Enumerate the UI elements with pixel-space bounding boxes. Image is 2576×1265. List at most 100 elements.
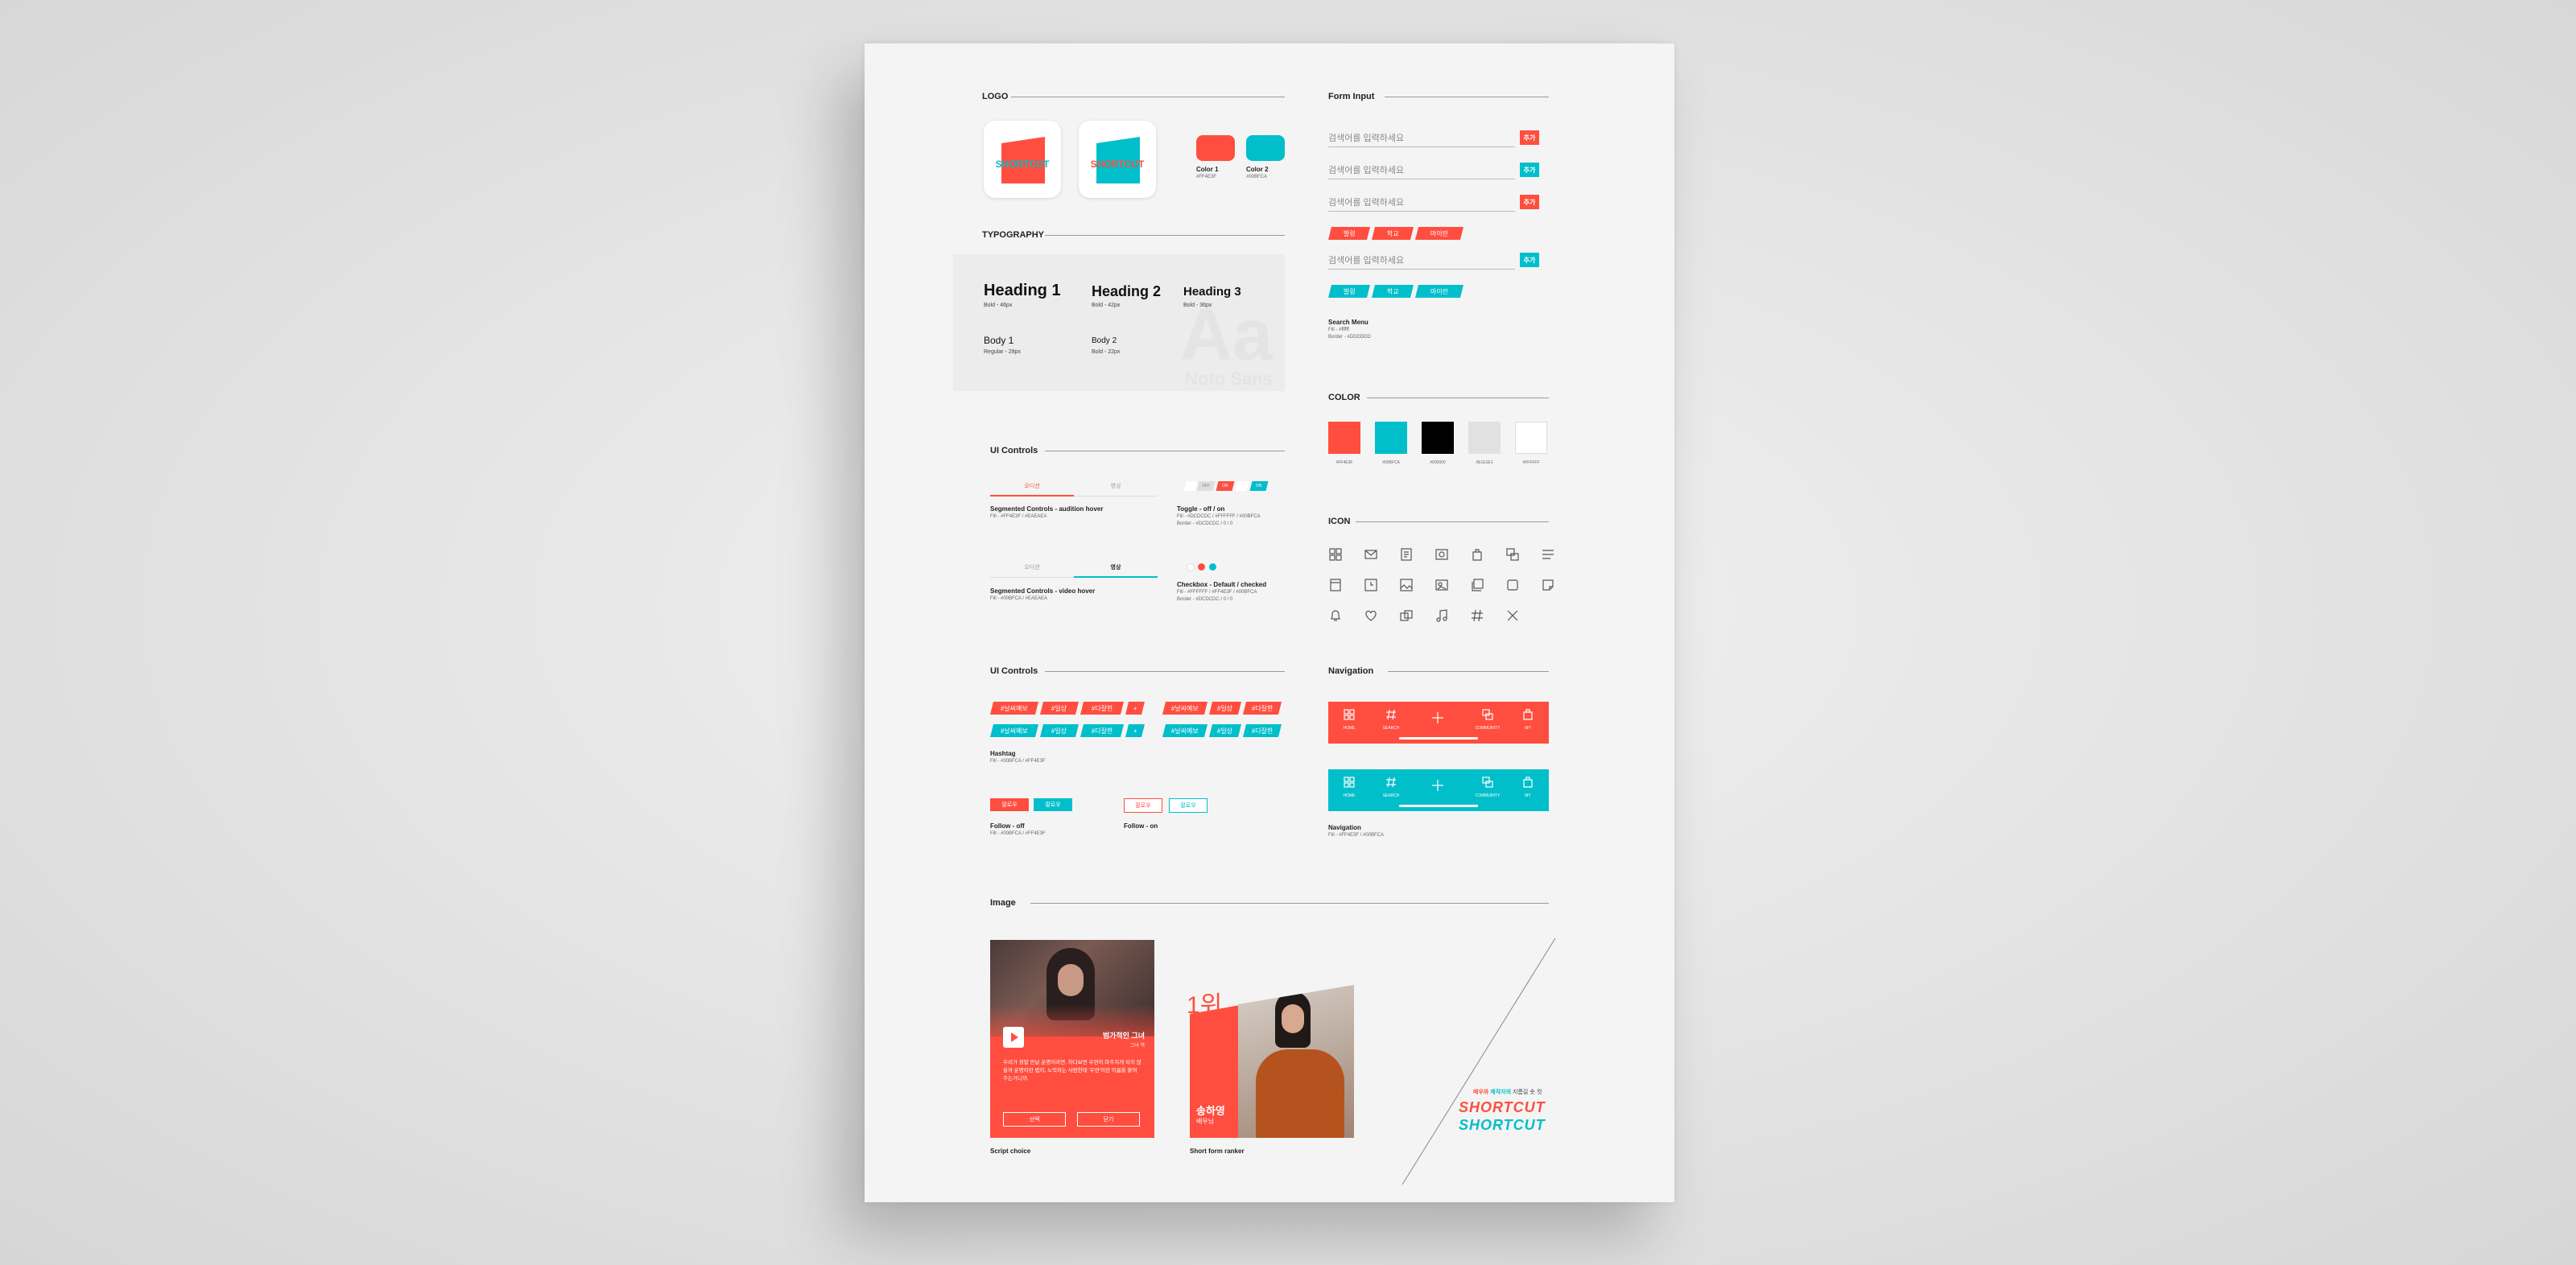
segment-audition[interactable]: 오디션: [990, 563, 1074, 571]
hashtag-chip[interactable]: #날씨예보: [1162, 724, 1208, 737]
color-label: #00BFCA: [1382, 460, 1400, 465]
face-shape: [1058, 964, 1084, 996]
add-button[interactable]: 추가: [1520, 130, 1539, 145]
toggle-off[interactable]: OFF: [1196, 481, 1216, 491]
segment-video[interactable]: 영상: [1074, 482, 1158, 490]
play-icon: [1011, 1032, 1018, 1042]
hashtag-chip[interactable]: #일상: [1040, 702, 1079, 715]
hashtag-chip[interactable]: #날씨예보: [990, 724, 1038, 737]
hashtag-add[interactable]: +: [1125, 724, 1145, 737]
logo-section-title: LOGO: [982, 92, 1009, 101]
search-input[interactable]: 검색어를 입력하세요 추가: [1328, 251, 1539, 270]
seg1-caption: Segmented Controls - audition hover: [990, 505, 1104, 513]
hashtag-chip[interactable]: #다잘한: [1080, 724, 1124, 737]
select-button[interactable]: 선택: [1003, 1112, 1066, 1127]
bag-icon: [1523, 777, 1533, 788]
hashtag-chip[interactable]: #날씨예보: [990, 702, 1038, 715]
nav-search[interactable]: SEARCH: [1377, 776, 1406, 798]
segment-indicator: [990, 495, 1074, 497]
search-chip[interactable]: 학교: [1372, 285, 1414, 298]
search-input[interactable]: 검색어를 입력하세요 추가: [1328, 129, 1539, 147]
layers-icon: [1482, 777, 1493, 788]
hashtag-chip[interactable]: #다잘한: [1243, 724, 1282, 737]
search-input[interactable]: 검색어를 입력하세요 추가: [1328, 193, 1539, 212]
note-icon: [1541, 578, 1555, 592]
search-chip[interactable]: 마이린: [1415, 285, 1463, 298]
segment-video-active[interactable]: 영상: [1074, 563, 1158, 571]
hashtag-chip[interactable]: #일상: [1040, 724, 1079, 737]
toggle-caption: Toggle - off / on: [1177, 505, 1225, 513]
heading-3-spec: Bold - 36px: [1183, 303, 1212, 308]
decorative-diagonal: [1402, 937, 1556, 1185]
hashtag-chip[interactable]: #일상: [1209, 724, 1241, 737]
search-menu-caption: Search Menu: [1328, 319, 1368, 326]
play-button[interactable]: [1003, 1027, 1024, 1048]
hashtag-chip[interactable]: #날씨예보: [1162, 702, 1208, 715]
hashtag-add[interactable]: +: [1125, 702, 1145, 715]
nav-my[interactable]: MY: [1513, 708, 1542, 731]
card-subtitle: 그녀 역: [1129, 1044, 1145, 1049]
menu-icon: [1541, 547, 1555, 562]
typography-panel: Aa Noto Sans Heading 1 Bold - 46px Headi…: [953, 254, 1285, 391]
nav-home[interactable]: HOME: [1335, 708, 1364, 731]
search-placeholder: 검색어를 입력하세요: [1328, 166, 1405, 175]
follow-on-caption: Follow - on: [1124, 822, 1158, 830]
body-2-sample: Body 2: [1092, 336, 1117, 345]
heading-2-sample: Heading 2: [1092, 283, 1162, 299]
nav-my[interactable]: MY: [1513, 776, 1542, 798]
following-button-coral[interactable]: 팔로우: [1124, 798, 1162, 813]
nav-home[interactable]: HOME: [1335, 776, 1364, 798]
add-button[interactable]: 추가: [1520, 163, 1539, 177]
search-chip[interactable]: 발렁: [1328, 285, 1370, 298]
tagline-rest: 지름길 숏·컷: [1513, 1090, 1542, 1095]
divider: [1356, 521, 1549, 522]
ui-controls-title: UI Controls: [990, 446, 1038, 455]
hashtag-chip[interactable]: #다잘한: [1243, 702, 1282, 715]
color-label: #000000: [1430, 460, 1446, 465]
checkbox-checked-coral[interactable]: [1198, 563, 1205, 571]
toggle-on-teal[interactable]: ON: [1249, 481, 1269, 491]
add-button[interactable]: 추가: [1520, 195, 1539, 209]
search-input[interactable]: 검색어를 입력하세요 추가: [1328, 161, 1539, 179]
search-menu-spec-2: Border - #DDDDDD: [1328, 335, 1371, 340]
toggle-on-coral[interactable]: ON: [1216, 481, 1235, 491]
checkbox-default[interactable]: [1187, 563, 1195, 571]
divider: [1045, 235, 1285, 236]
navigation-title: Navigation: [1328, 666, 1374, 676]
toggle-spec-2: Border - #DCDCDC / 0 / 0: [1177, 521, 1233, 526]
search-chip[interactable]: 마이린: [1415, 227, 1463, 240]
nav-add[interactable]: [1423, 711, 1452, 728]
actor-name: 송하영: [1196, 1105, 1225, 1117]
search-placeholder: 검색어를 입력하세요: [1328, 256, 1405, 266]
tagline-red: 배우와: [1473, 1090, 1489, 1095]
mail-icon: [1364, 547, 1378, 562]
navigation-spec: Fill - #FF4E3F / #00BFCA: [1328, 833, 1385, 838]
following-button-teal[interactable]: 팔로우: [1169, 798, 1208, 813]
nav-community[interactable]: COMMUNITY: [1473, 776, 1502, 798]
search-chip[interactable]: 학교: [1372, 227, 1414, 240]
checkbox-checked-teal[interactable]: [1209, 563, 1216, 571]
color-swatch-coral: [1328, 422, 1360, 454]
follow-button-teal[interactable]: 팔로우: [1034, 798, 1072, 811]
color-label: #FF4E3F: [1335, 460, 1353, 465]
layers-icon: [1505, 547, 1520, 562]
search-chip[interactable]: 발렁: [1328, 227, 1370, 240]
nav-community[interactable]: COMMUNITY: [1473, 708, 1502, 731]
form-input-title: Form Input: [1328, 92, 1375, 101]
divider: [1045, 671, 1285, 672]
plus-icon: [1432, 712, 1443, 723]
body-2-spec: Bold - 22px: [1092, 349, 1121, 355]
toggle-on-knob: [1235, 481, 1249, 491]
hashtag-chip[interactable]: #다잘한: [1080, 702, 1124, 715]
follow-button-coral[interactable]: 팔로우: [990, 798, 1029, 811]
nav-add[interactable]: [1423, 779, 1452, 796]
file-icon: [1328, 578, 1343, 592]
add-button[interactable]: 추가: [1520, 253, 1539, 267]
color-section-title: COLOR: [1328, 393, 1360, 402]
segment-audition-active[interactable]: 오디션: [990, 482, 1074, 490]
nav-search[interactable]: SEARCH: [1377, 708, 1406, 731]
close-button[interactable]: 닫기: [1077, 1112, 1140, 1127]
gallery-icon: [1435, 547, 1449, 562]
script-choice-card[interactable]: 범가적인 그녀 그녀 역 우리가 정말 만날 운명이라면, 하다보면 우연히 마…: [990, 940, 1154, 1138]
hashtag-chip[interactable]: #일상: [1209, 702, 1241, 715]
